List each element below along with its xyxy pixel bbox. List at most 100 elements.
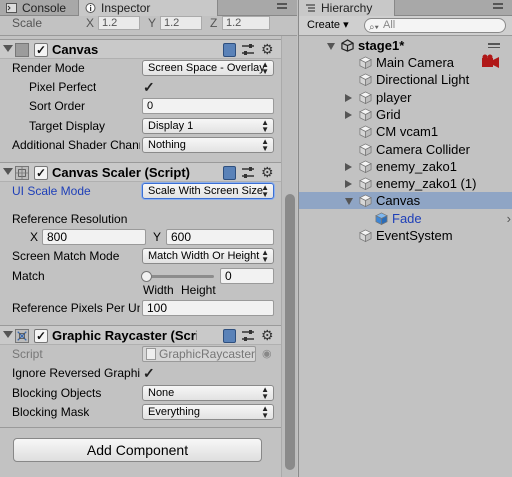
- scale-y-axis-label: Y: [148, 16, 157, 30]
- ui-scale-mode-dropdown[interactable]: Scale With Screen Size ▲ ▼: [142, 183, 274, 199]
- dropdown-arrows-icon: ▲ ▼: [261, 404, 269, 420]
- blocking-objects-value: None: [148, 387, 175, 399]
- preset-sliders-icon[interactable]: [241, 43, 255, 56]
- hierarchy-item[interactable]: Grid: [299, 106, 512, 123]
- script-value: GraphicRaycaster: [159, 347, 256, 361]
- match-label: Match: [12, 269, 45, 283]
- fold-down-icon[interactable]: [3, 45, 13, 52]
- fold-right-icon[interactable]: [345, 180, 352, 189]
- tab-console-label: Console: [22, 1, 67, 15]
- hierarchy-item[interactable]: CM vcam1: [299, 123, 512, 140]
- scene-name: stage1*: [358, 38, 405, 53]
- hierarchy-toolbar: Create ▾ ⌕▾ All: [299, 16, 512, 36]
- gameobject-cube-icon: [359, 177, 372, 191]
- screen-match-mode-label: Screen Match Mode: [12, 249, 120, 263]
- object-picker-icon[interactable]: ◉: [262, 347, 272, 360]
- chevron-right-icon[interactable]: ›: [507, 210, 511, 227]
- render-mode-dropdown[interactable]: Screen Space - Overlay ▲ ▼: [142, 60, 274, 76]
- hierarchy-tabbar: Hierarchy: [299, 0, 512, 16]
- fold-right-icon[interactable]: [345, 93, 352, 102]
- render-mode-value: Screen Space - Overlay: [148, 62, 265, 74]
- target-display-dropdown[interactable]: Display 1 ▲ ▼: [142, 118, 274, 134]
- graphic-raycaster-header[interactable]: ✓ Graphic Raycaster (Script) ⚙: [0, 325, 281, 345]
- raycaster-enabled-checkbox[interactable]: ✓: [34, 329, 48, 343]
- preset-sliders-icon[interactable]: [241, 329, 255, 342]
- fold-down-icon[interactable]: [327, 43, 335, 50]
- fold-down-icon[interactable]: [3, 331, 13, 338]
- gear-icon[interactable]: ⚙: [261, 327, 274, 344]
- reference-pixels-field[interactable]: 100: [142, 300, 274, 316]
- scene-menu-icon[interactable]: [488, 43, 500, 48]
- inspector-scrollbar[interactable]: [281, 36, 297, 477]
- hierarchy-item[interactable]: Camera Collider: [299, 141, 512, 158]
- tab-hierarchy[interactable]: Hierarchy: [299, 0, 395, 16]
- hierarchy-search-input[interactable]: ⌕▾ All: [364, 18, 506, 33]
- raycaster-icon: [15, 329, 29, 343]
- fold-down-icon[interactable]: [345, 198, 353, 206]
- match-slider-track[interactable]: [146, 275, 214, 278]
- help-book-icon[interactable]: [223, 43, 236, 57]
- sort-order-field[interactable]: 0: [142, 98, 274, 114]
- canvas-enabled-checkbox[interactable]: ✓: [34, 43, 48, 57]
- hierarchy-item-label: CM vcam1: [376, 124, 439, 140]
- ui-scale-mode-row: UI Scale Mode Scale With Screen Size ▲ ▼: [0, 183, 281, 201]
- canvas-scaler-header[interactable]: ✓ Canvas Scaler (Script) ⚙: [0, 162, 281, 182]
- tab-inspector[interactable]: Inspector: [78, 0, 218, 16]
- fold-right-icon[interactable]: [345, 162, 352, 171]
- hierarchy-item[interactable]: player: [299, 89, 512, 106]
- additional-shader-dropdown[interactable]: Nothing ▲ ▼: [142, 137, 274, 153]
- tab-console[interactable]: Console: [0, 0, 74, 16]
- ignore-reversed-label: Ignore Reversed Graphics: [12, 366, 140, 380]
- inspector-menu-icon[interactable]: [277, 3, 291, 13]
- ref-res-y-field[interactable]: 600: [166, 229, 274, 245]
- reference-pixels-label: Reference Pixels Per Unit: [12, 301, 140, 315]
- hierarchy-item[interactable]: Fade ›: [299, 210, 512, 227]
- gear-icon[interactable]: ⚙: [261, 41, 274, 58]
- dropdown-arrows-icon: ▲ ▼: [261, 60, 269, 76]
- scale-z-field[interactable]: 1.2: [222, 16, 270, 30]
- target-display-value: Display 1: [148, 120, 194, 132]
- canvas-component-title: Canvas: [52, 42, 99, 57]
- canvas-component-header[interactable]: ✓ Canvas ⚙: [0, 39, 281, 59]
- hierarchy-item[interactable]: enemy_zako1: [299, 158, 512, 175]
- scene-row[interactable]: stage1*: [299, 37, 512, 54]
- add-component-button[interactable]: Add Component: [13, 438, 262, 462]
- inspector-scroll-thumb[interactable]: [285, 194, 295, 470]
- blocking-mask-dropdown[interactable]: Everything ▲ ▼: [142, 404, 274, 420]
- create-dropdown-button[interactable]: Create ▾: [307, 18, 349, 33]
- fold-right-icon[interactable]: [345, 110, 352, 119]
- pixel-perfect-checkbox[interactable]: ✓: [143, 80, 157, 94]
- prefab-cube-icon: [375, 212, 388, 225]
- hierarchy-list-icon: [306, 4, 315, 12]
- screen-match-mode-dropdown[interactable]: Match Width Or Height ▲ ▼: [142, 248, 274, 264]
- help-book-icon[interactable]: [223, 329, 236, 343]
- divider: [0, 427, 281, 428]
- scale-z-axis-label: Z: [210, 16, 218, 30]
- ref-res-x-field[interactable]: 800: [42, 229, 146, 245]
- gear-icon[interactable]: ⚙: [261, 164, 274, 181]
- match-width-label: Width: [143, 283, 174, 297]
- scale-x-field[interactable]: 1.2: [98, 16, 140, 30]
- match-slider-thumb[interactable]: [141, 271, 152, 282]
- hierarchy-menu-icon[interactable]: [493, 3, 507, 13]
- preset-sliders-icon[interactable]: [241, 166, 255, 179]
- hierarchy-item[interactable]: Canvas: [299, 192, 512, 210]
- inspector-panel: Console Inspector Scale X 1.2 Y 1.2 Z 1.…: [0, 0, 297, 477]
- target-display-row: Target Display Display 1 ▲ ▼: [0, 118, 281, 136]
- fold-down-icon[interactable]: [3, 168, 13, 175]
- hierarchy-item[interactable]: Directional Light: [299, 71, 512, 88]
- camera-gizmo-icon: [482, 54, 499, 68]
- hierarchy-item[interactable]: EventSystem: [299, 227, 512, 244]
- scale-y-field[interactable]: 1.2: [160, 16, 202, 30]
- ignore-reversed-checkbox[interactable]: ✓: [143, 366, 157, 380]
- help-book-icon[interactable]: [223, 166, 236, 180]
- blocking-objects-dropdown[interactable]: None ▲ ▼: [142, 385, 274, 401]
- gameobject-cube-icon: [359, 194, 372, 208]
- additional-shader-label: Additional Shader Channels: [12, 138, 140, 152]
- screen-match-mode-row: Screen Match Mode Match Width Or Height …: [0, 248, 281, 266]
- canvas-scaler-enabled-checkbox[interactable]: ✓: [34, 166, 48, 180]
- ui-scale-mode-value: Scale With Screen Size: [148, 185, 263, 197]
- gameobject-cube-icon: [359, 143, 372, 156]
- hierarchy-item-label: Fade: [392, 210, 422, 226]
- hierarchy-item[interactable]: enemy_zako1 (1): [299, 175, 512, 192]
